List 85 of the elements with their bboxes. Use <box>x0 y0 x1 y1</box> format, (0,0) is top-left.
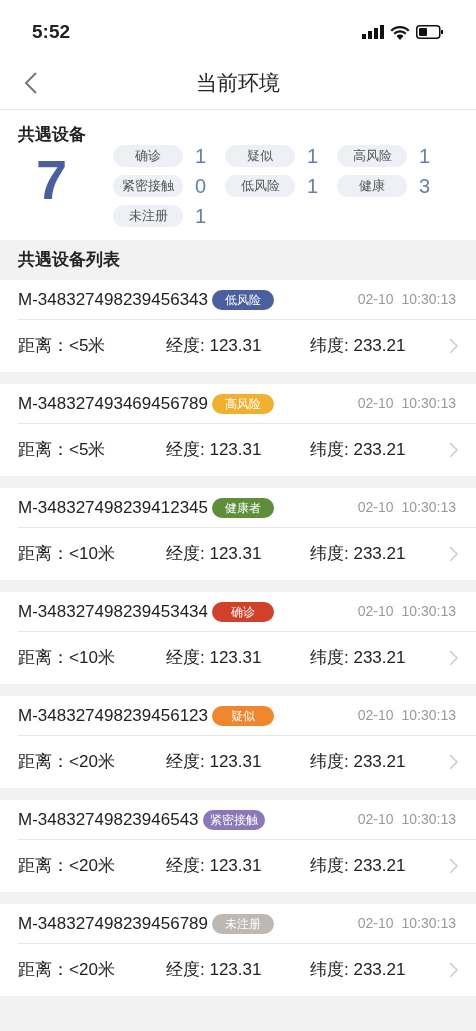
latitude-text: 纬度: 233.21 <box>310 959 406 982</box>
stat-count: 1 <box>307 174 319 198</box>
total-count: 7 <box>36 151 69 208</box>
chevron-icon <box>449 754 458 770</box>
chevron-icon <box>449 650 458 666</box>
distance-text: 距离：<5米 <box>18 439 107 462</box>
chevron-icon <box>449 442 458 458</box>
distance-text: 距离：<10米 <box>18 647 116 670</box>
risk-tag: 疑似 <box>212 705 274 726</box>
stat-label: 低风险 <box>225 175 295 197</box>
risk-tag: 低风险 <box>212 289 274 310</box>
risk-tag: 健康者 <box>212 497 274 518</box>
device-id: M-348327498239456123 <box>18 704 208 727</box>
encounter-time: 10:30:13 <box>401 290 456 309</box>
encounter-date: 02-10 <box>357 498 394 517</box>
stat-count: 1 <box>307 144 319 168</box>
distance-text: 距离：<5米 <box>18 335 107 358</box>
latitude-text: 纬度: 233.21 <box>310 647 406 670</box>
chevron-icon <box>449 962 458 978</box>
wifi-icon <box>390 24 410 40</box>
summary-title: 共遇设备 <box>18 124 87 146</box>
device-card[interactable]: M-34832749823946543 紧密接触 02-10 10:30:13 距离：<20米 经度: 123.31 纬度: 233.21 <box>0 800 476 892</box>
status-time: 5:52 <box>32 19 71 44</box>
stat-label: 高风险 <box>337 145 407 167</box>
device-id: M-34832749823946543 <box>18 808 199 831</box>
stat-count: 3 <box>419 174 431 198</box>
stat-count: 1 <box>195 204 207 228</box>
encounter-date: 02-10 <box>357 706 394 725</box>
battery-icon <box>416 25 444 39</box>
device-card[interactable]: M-348327498239456789 未注册 02-10 10:30:13 距离：<20米 经度: 123.31 纬度: 233.21 <box>0 904 476 996</box>
device-card[interactable]: M-348327498239453434 确诊 02-10 10:30:13 距离：<10米 经度: 123.31 纬度: 233.21 <box>0 592 476 684</box>
distance-text: 距离：<20米 <box>18 855 116 878</box>
device-id: M-348327493469456789 <box>18 392 208 415</box>
longitude-text: 经度: 123.31 <box>166 959 263 982</box>
encounter-time: 10:30:13 <box>401 394 456 413</box>
stat-label: 未注册 <box>113 205 183 227</box>
device-card[interactable]: M-348327498239456343 低风险 02-10 10:30:13 距离：<5米 经度: 123.31 纬度: 233.21 <box>0 280 476 372</box>
encounter-time: 10:30:13 <box>401 914 456 933</box>
risk-tag: 高风险 <box>212 393 274 414</box>
distance-text: 距离：<20米 <box>18 751 116 774</box>
distance-text: 距离：<10米 <box>18 543 116 566</box>
signal-icon <box>362 25 384 39</box>
device-card[interactable]: M-348327498239456123 疑似 02-10 10:30:13 距离：<20米 经度: 123.31 纬度: 233.21 <box>0 696 476 788</box>
stat-count: 1 <box>195 144 207 168</box>
stat-count: 1 <box>419 144 431 168</box>
latitude-text: 纬度: 233.21 <box>310 439 406 462</box>
distance-text: 距离：<20米 <box>18 959 116 982</box>
longitude-text: 经度: 123.31 <box>166 439 263 462</box>
longitude-text: 经度: 123.31 <box>166 855 263 878</box>
latitude-text: 纬度: 233.21 <box>310 543 406 566</box>
chevron-icon <box>449 546 458 562</box>
encounter-date: 02-10 <box>357 290 394 309</box>
latitude-text: 纬度: 233.21 <box>310 751 406 774</box>
encounter-date: 02-10 <box>357 602 394 621</box>
risk-tag: 确诊 <box>212 601 274 622</box>
device-card[interactable]: M-348327498239412345 健康者 02-10 10:30:13 距离：<10米 经度: 123.31 纬度: 233.21 <box>0 488 476 580</box>
page-title: 当前环境 <box>196 69 280 96</box>
device-id: M-348327498239412345 <box>18 496 208 519</box>
longitude-text: 经度: 123.31 <box>166 543 263 566</box>
stat-label: 紧密接触 <box>113 175 183 197</box>
encounter-time: 10:30:13 <box>401 810 456 829</box>
longitude-text: 经度: 123.31 <box>166 751 263 774</box>
latitude-text: 纬度: 233.21 <box>310 855 406 878</box>
encounter-date: 02-10 <box>357 810 394 829</box>
chevron-icon <box>449 858 458 874</box>
device-id: M-348327498239453434 <box>18 600 208 623</box>
longitude-text: 经度: 123.31 <box>166 335 263 358</box>
chevron-icon <box>449 338 458 354</box>
risk-tag: 未注册 <box>212 913 274 934</box>
list-title: 共遇设备列表 <box>18 249 120 272</box>
device-id: M-348327498239456343 <box>18 288 208 311</box>
stat-label: 确诊 <box>113 145 183 167</box>
encounter-time: 10:30:13 <box>401 602 456 621</box>
device-card[interactable]: M-348327493469456789 高风险 02-10 10:30:13 距离：<5米 经度: 123.31 纬度: 233.21 <box>0 384 476 476</box>
stat-label: 健康 <box>337 175 407 197</box>
device-id: M-348327498239456789 <box>18 912 208 935</box>
encounter-time: 10:30:13 <box>401 498 456 517</box>
stat-label: 疑似 <box>225 145 295 167</box>
longitude-text: 经度: 123.31 <box>166 647 263 670</box>
encounter-time: 10:30:13 <box>401 706 456 725</box>
encounter-date: 02-10 <box>357 914 394 933</box>
stat-count: 0 <box>195 174 207 198</box>
encounter-date: 02-10 <box>357 394 394 413</box>
risk-tag: 紧密接触 <box>202 809 265 830</box>
latitude-text: 纬度: 233.21 <box>310 335 406 358</box>
